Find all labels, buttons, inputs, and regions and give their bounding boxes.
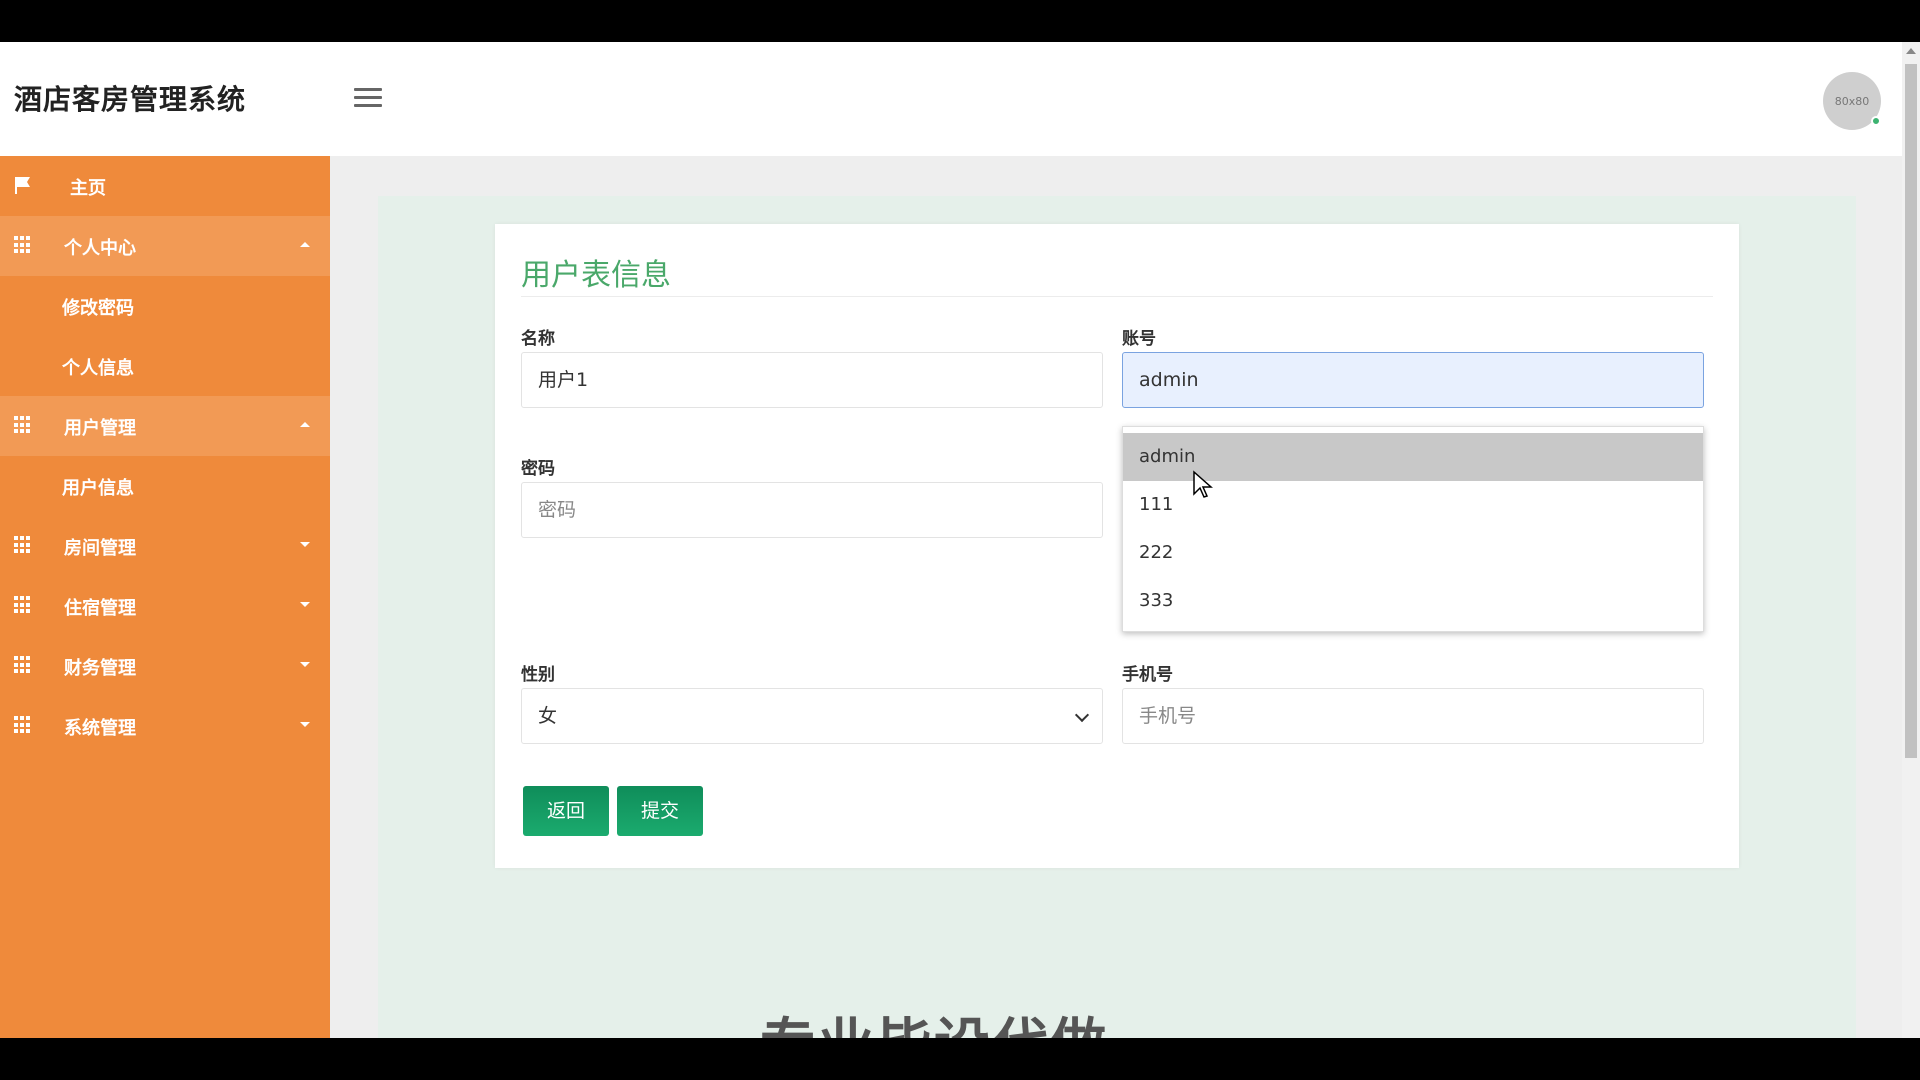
submit-button[interactable]: 提交 [617,786,703,836]
letterbox-bottom [0,1038,1920,1080]
password-input[interactable]: 密码 [521,482,1103,538]
chevron-down-icon [300,602,310,607]
mouse-cursor-icon [1193,470,1213,498]
title-divider [521,296,1713,297]
sidebar-item-label: 主页 [70,178,106,199]
phone-label: 手机号 [1122,665,1173,685]
sidebar-item-user-management[interactable]: 用户管理 [0,396,330,456]
background-watermark-text: 专业毕设代做 [760,1000,1108,1038]
sidebar-item-label: 房间管理 [64,538,136,559]
flag-icon [15,177,30,194]
sidebar-item-room-management[interactable]: 房间管理 [0,516,330,576]
sidebar-item-personal-center[interactable]: 个人中心 [0,216,330,276]
account-label: 账号 [1122,329,1156,349]
sidebar-subitem-personal-info[interactable]: 个人信息 [0,336,330,396]
form-title: 用户表信息 [521,258,671,293]
sidebar-subitem-label: 个人信息 [62,358,134,379]
sidebar-subitem-label: 修改密码 [62,298,134,319]
grid-icon [14,716,32,734]
password-label: 密码 [521,459,555,479]
phone-input[interactable]: 手机号 [1122,688,1704,744]
grid-icon [14,536,32,554]
chevron-down-icon [300,662,310,667]
sidebar-item-home[interactable]: 主页 [0,156,330,216]
gender-selected-value: 女 [538,705,558,727]
sidebar-subitem-label: 用户信息 [62,478,134,499]
sidebar-item-lodging-management[interactable]: 住宿管理 [0,576,330,636]
grid-icon [14,416,32,434]
gender-select[interactable]: 女 [521,688,1103,744]
account-input[interactable]: admin [1122,352,1704,408]
grid-icon [14,236,32,254]
scrollbar-thumb[interactable] [1905,64,1917,758]
autocomplete-option[interactable]: 222 [1123,529,1703,577]
back-button[interactable]: 返回 [523,786,609,836]
name-label: 名称 [521,329,555,349]
top-header: 酒店客房管理系统 80x80 [0,42,1902,156]
sidebar-item-label: 财务管理 [64,658,136,679]
scroll-up-arrow-icon[interactable] [1906,48,1916,54]
chevron-down-icon [300,542,310,547]
autocomplete-option[interactable]: 333 [1123,577,1703,625]
account-autocomplete-list: admin 111 222 333 [1122,426,1704,632]
sidebar-item-label: 用户管理 [64,418,136,439]
app-title: 酒店客房管理系统 [14,83,247,116]
sidebar-item-finance-management[interactable]: 财务管理 [0,636,330,696]
app-window: 酒店客房管理系统 80x80 主页 个人中心 修改密码 个人信息 用户管理 用户… [0,42,1920,1038]
grid-icon [14,656,32,674]
gender-label: 性别 [521,665,555,685]
name-input[interactable]: 用户1 [521,352,1103,408]
online-status-dot [1871,116,1881,126]
sidebar-item-label: 系统管理 [64,718,136,739]
chevron-down-icon [300,722,310,727]
grid-icon [14,596,32,614]
hamburger-icon[interactable] [354,88,382,110]
sidebar-item-label: 个人中心 [64,238,136,259]
sidebar-subitem-user-info[interactable]: 用户信息 [0,456,330,516]
sidebar: 主页 个人中心 修改密码 个人信息 用户管理 用户信息 房间管理 住宿管理 财务… [0,156,330,1038]
sidebar-item-system-management[interactable]: 系统管理 [0,696,330,756]
user-form-card: 用户表信息 名称 用户1 账号 admin 密码 密码 性别 女 手机号 手机号… [495,224,1739,868]
sidebar-subitem-change-password[interactable]: 修改密码 [0,276,330,336]
chevron-up-icon [300,422,310,427]
sidebar-item-label: 住宿管理 [64,598,136,619]
chevron-up-icon [300,242,310,247]
